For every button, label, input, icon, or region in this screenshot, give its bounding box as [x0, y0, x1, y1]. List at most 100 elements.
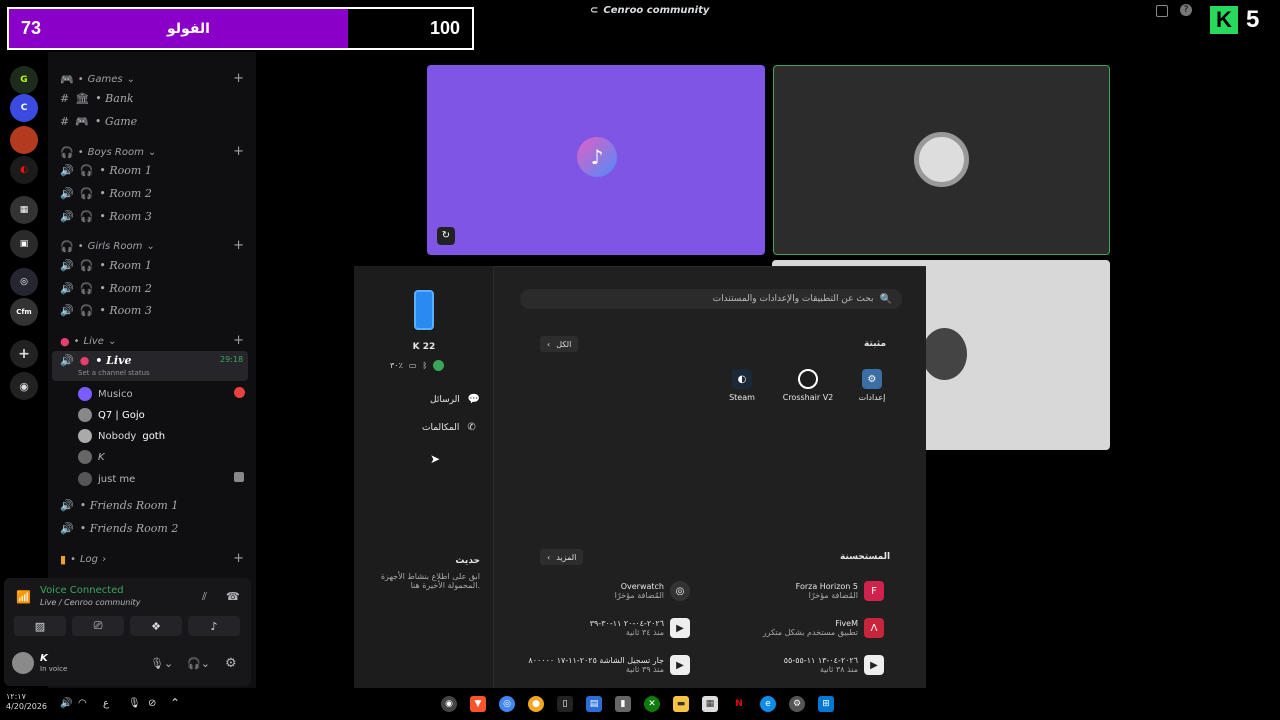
- soundboard-button[interactable]: ♪: [188, 616, 240, 636]
- video-tile[interactable]: ♪ ↻: [427, 65, 765, 255]
- more-button[interactable]: ‹ المزيد: [540, 549, 584, 565]
- avatar[interactable]: [12, 652, 34, 674]
- headphones-icon[interactable]: 🎧⌄: [187, 657, 210, 670]
- activities-button[interactable]: ❖: [130, 616, 182, 636]
- viewer-badge: 5: [1246, 6, 1260, 33]
- app-icon[interactable]: ●: [528, 696, 544, 712]
- wifi-icon[interactable]: ◠: [78, 698, 87, 709]
- voice-channel[interactable]: 🔊 🎧 • Room 2: [60, 187, 152, 200]
- explore-icon[interactable]: ◉: [10, 372, 38, 400]
- user-avatar: [914, 132, 969, 187]
- category-girls-room[interactable]: 🎧 • Girls Room ⌄: [60, 240, 155, 253]
- chrome-icon[interactable]: ◎: [499, 696, 515, 712]
- video-file-icon: ▶: [864, 655, 884, 675]
- server-icon[interactable]: G: [10, 66, 38, 94]
- add-channel-icon[interactable]: +: [233, 144, 244, 159]
- windows-start-icon[interactable]: ⊞: [818, 696, 834, 712]
- voice-channel[interactable]: 🔊 🎧 • Room 2: [60, 282, 152, 295]
- voice-channel[interactable]: 🔊 🎧 • Room 1: [60, 164, 152, 177]
- pinned-app-settings[interactable]: ⚙ إعدادات: [850, 369, 894, 402]
- microphone-icon[interactable]: 🎙: [128, 698, 141, 709]
- noise-suppression-icon[interactable]: ⫽: [202, 590, 207, 604]
- inbox-icon[interactable]: [1156, 5, 1168, 17]
- microphone-icon[interactable]: 🎙⌄: [150, 657, 173, 670]
- obs-icon[interactable]: ◉: [441, 696, 457, 712]
- voice-channel[interactable]: 🔊 • Friends Room 1: [60, 499, 178, 512]
- bluetooth-icon: ᛒ: [422, 361, 428, 370]
- signal-icon[interactable]: 📶: [16, 590, 31, 604]
- discord-logo-icon: ⊂: [590, 5, 599, 16]
- screen-share-button[interactable]: ⎚: [72, 616, 124, 636]
- server-icon[interactable]: [10, 126, 38, 154]
- recommended-title: المستحسنة: [840, 552, 891, 562]
- channel-game[interactable]: # 🎮 • Game: [60, 115, 137, 128]
- pinned-app-steam[interactable]: ◐ Steam: [720, 369, 764, 402]
- language-indicator[interactable]: ع: [103, 698, 109, 709]
- camera-off-button[interactable]: ▨: [14, 616, 66, 636]
- score-progress: 73 الفولو: [9, 9, 348, 48]
- channel-live[interactable]: 🔊 ● • Live: [60, 354, 131, 367]
- recommended-item[interactable]: ٢٠٢٦-٠٤-١٣ ١١-٥٥-٥٥ منذ ٣٨ ثانية ▶: [734, 655, 884, 675]
- voice-channel-name[interactable]: Live / Cenroo community: [40, 598, 140, 607]
- overwatch-icon: ◎: [670, 581, 690, 601]
- chevron-up-icon[interactable]: ⌃: [170, 696, 180, 710]
- recommended-item[interactable]: Overwatch المُضافة مؤخرًا ◎: [560, 581, 690, 601]
- voice-channel[interactable]: 🔊 🎧 • Room 1: [60, 259, 152, 272]
- app-icon[interactable]: ▯: [557, 696, 573, 712]
- disconnect-icon[interactable]: ☎: [226, 590, 240, 603]
- store-icon[interactable]: ▦: [702, 696, 718, 712]
- add-channel-icon[interactable]: +: [233, 333, 244, 348]
- help-icon[interactable]: ?: [1180, 4, 1192, 16]
- all-apps-button[interactable]: ‹ الكل: [540, 336, 579, 352]
- add-server-icon[interactable]: +: [10, 340, 38, 368]
- recommended-item[interactable]: FiveM تطبيق مستخدم بشكل متكرر Λ: [734, 618, 884, 638]
- recent-title: حديث: [455, 556, 480, 566]
- calls-link[interactable]: المكالمات ✆: [422, 422, 476, 433]
- forza-icon: F: [864, 581, 884, 601]
- server-icon[interactable]: ◎: [10, 268, 38, 296]
- app-icon[interactable]: ▤: [586, 696, 602, 712]
- member-item[interactable]: just me: [78, 472, 135, 486]
- clock[interactable]: ١٢:١٧ 4/20/2026: [6, 692, 47, 712]
- recommended-item[interactable]: Forza Horizon 5 المُضافة مؤخرًا F: [754, 581, 884, 601]
- settings-gear-icon[interactable]: ⚙: [225, 656, 237, 671]
- brave-icon[interactable]: ▼: [470, 696, 486, 712]
- server-icon[interactable]: ◐: [10, 156, 38, 184]
- search-input[interactable]: بحث عن التطبيقات والإعدادات والمستندات 🔍: [520, 289, 902, 309]
- edge-icon[interactable]: e: [760, 696, 776, 712]
- member-item[interactable]: Nobody goth: [78, 429, 165, 443]
- server-icon[interactable]: Cfm: [10, 298, 38, 326]
- channel-status[interactable]: Set a channel status: [78, 369, 150, 377]
- volume-icon[interactable]: 🔊: [60, 698, 72, 709]
- server-icon[interactable]: C: [10, 94, 38, 122]
- settings-gear-icon[interactable]: ⚙: [789, 696, 805, 712]
- activity-icon[interactable]: ↻: [437, 227, 455, 245]
- category-live[interactable]: ● • Live ⌄: [60, 335, 116, 348]
- member-item[interactable]: K: [78, 450, 105, 464]
- add-channel-icon[interactable]: +: [233, 71, 244, 86]
- pinned-app-crosshair[interactable]: Crosshair V2: [780, 369, 836, 402]
- recommended-item[interactable]: جار تسجيل الشاشة ٢٠٢٥-١١-١٧ ٨٠٠٠٠٠ منذ ٣٩…: [524, 655, 690, 675]
- add-channel-icon[interactable]: +: [233, 551, 244, 566]
- server-icon[interactable]: ▦: [10, 196, 38, 224]
- app-icon[interactable]: ▮: [615, 696, 631, 712]
- category-boys-room[interactable]: 🎧 • Boys Room ⌄: [60, 146, 156, 159]
- category-log[interactable]: ▮ • Log ›: [60, 553, 106, 566]
- xbox-icon[interactable]: ✕: [644, 696, 660, 712]
- member-item[interactable]: Q7 | Gojo: [78, 408, 145, 422]
- member-item[interactable]: Musico: [78, 387, 133, 401]
- voice-status[interactable]: Voice Connected: [40, 585, 124, 596]
- notifications-off-icon[interactable]: ⊘: [148, 698, 156, 709]
- voice-channel[interactable]: 🔊 🎧 • Room 3: [60, 304, 152, 317]
- messages-link[interactable]: الرسائل 💬: [430, 394, 480, 405]
- file-explorer-icon[interactable]: ▬: [673, 696, 689, 712]
- server-icon[interactable]: ▣: [10, 230, 38, 258]
- category-games[interactable]: 🎮 • Games ⌄: [60, 73, 135, 86]
- voice-channel[interactable]: 🔊 • Friends Room 2: [60, 522, 178, 535]
- video-tile[interactable]: [773, 65, 1110, 255]
- netflix-icon[interactable]: N: [731, 696, 747, 712]
- voice-channel[interactable]: 🔊 🎧 • Room 3: [60, 210, 152, 223]
- add-channel-icon[interactable]: +: [233, 238, 244, 253]
- recommended-item[interactable]: ٢٠٢٦-٠٤-٢٠ ١١-٣٠-٣٩ منذ ٣٤ ثانية ▶: [554, 618, 690, 638]
- channel-bank[interactable]: # 🏛 • Bank: [60, 92, 134, 105]
